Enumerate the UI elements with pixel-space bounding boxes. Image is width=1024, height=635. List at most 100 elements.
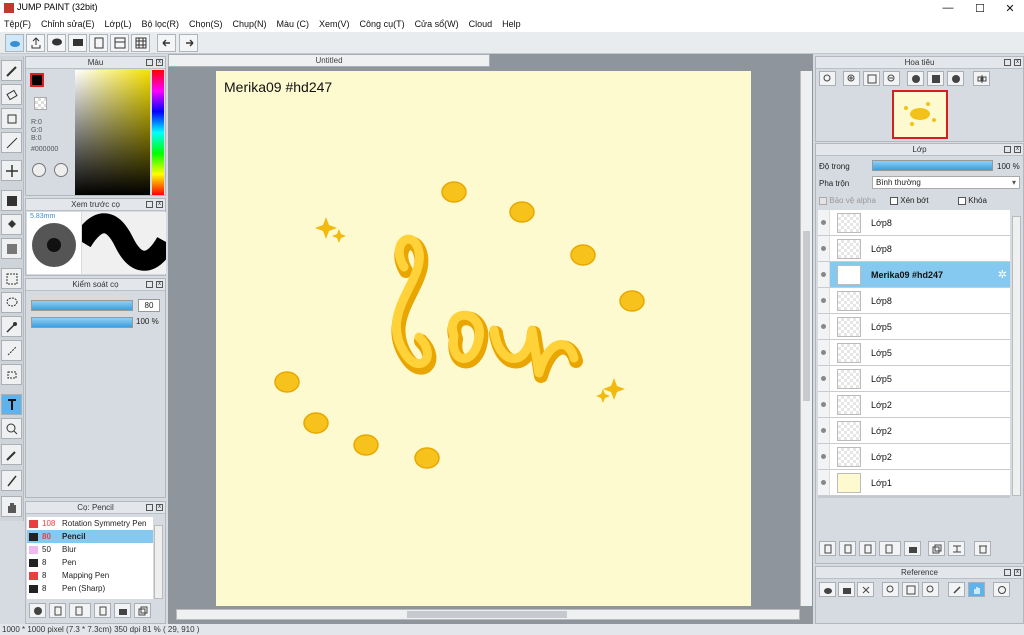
close-icon[interactable]: x bbox=[156, 504, 163, 511]
background-color-swatch[interactable] bbox=[34, 97, 47, 110]
page-icon[interactable] bbox=[89, 34, 108, 52]
duplicate-layer-icon[interactable] bbox=[928, 541, 945, 556]
layer-row-selected[interactable]: Merika09 #hd247 ✲ bbox=[818, 262, 1010, 288]
menu-view[interactable]: Xem(V) bbox=[319, 19, 350, 29]
maximize-button[interactable]: ☐ bbox=[964, 0, 996, 16]
minimize-button[interactable]: — bbox=[932, 0, 964, 16]
layer-row[interactable]: Lớp2 bbox=[818, 418, 1010, 444]
menu-color[interactable]: Màu (C) bbox=[277, 19, 310, 29]
palette-icon[interactable] bbox=[32, 163, 46, 177]
layer-row[interactable]: Lớp5 bbox=[818, 314, 1010, 340]
shape-icon[interactable] bbox=[1, 108, 22, 129]
grid-icon[interactable] bbox=[131, 34, 150, 52]
vertical-scrollbar[interactable] bbox=[800, 71, 812, 606]
hand-icon[interactable] bbox=[1, 496, 22, 517]
brush-list-scrollbar[interactable] bbox=[154, 525, 163, 599]
visibility-toggle[interactable] bbox=[818, 210, 830, 235]
fit-icon[interactable] bbox=[902, 582, 919, 597]
visibility-toggle[interactable] bbox=[818, 470, 830, 495]
close-icon[interactable]: x bbox=[1014, 146, 1021, 153]
visibility-toggle[interactable] bbox=[818, 288, 830, 313]
clipping-checkbox[interactable]: Xén bớt bbox=[890, 196, 929, 205]
close-icon[interactable]: x bbox=[1014, 569, 1021, 576]
document-tab[interactable]: Untitled bbox=[168, 54, 490, 67]
zoom-out-icon[interactable] bbox=[922, 582, 939, 597]
visibility-toggle[interactable] bbox=[818, 314, 830, 339]
layer-folder-icon[interactable] bbox=[904, 541, 921, 556]
brush-menu-icon[interactable] bbox=[69, 603, 91, 618]
close-button[interactable]: ✕ bbox=[994, 0, 1024, 16]
rotate-icon[interactable] bbox=[993, 582, 1010, 597]
select-eraser-icon[interactable] bbox=[1, 364, 22, 385]
layer-menu-icon[interactable] bbox=[879, 541, 901, 556]
expand-icon[interactable] bbox=[146, 59, 153, 66]
redo-icon[interactable] bbox=[179, 34, 198, 52]
rotate-right-icon[interactable] bbox=[947, 71, 964, 86]
menu-edit[interactable]: Chỉnh sửa(E) bbox=[41, 19, 95, 29]
gradient-icon[interactable] bbox=[1, 238, 22, 259]
saturation-value-picker[interactable] bbox=[75, 70, 150, 195]
layer-list-scrollbar[interactable] bbox=[1012, 216, 1021, 496]
menu-capture[interactable]: Chụp(N) bbox=[233, 19, 267, 29]
flip-icon[interactable] bbox=[973, 71, 990, 86]
close-reference-icon[interactable] bbox=[857, 582, 874, 597]
brush-icon[interactable] bbox=[1, 60, 22, 81]
new-layer-icon[interactable] bbox=[819, 541, 836, 556]
visibility-toggle[interactable] bbox=[818, 340, 830, 365]
close-icon[interactable]: x bbox=[156, 201, 163, 208]
move-icon[interactable] bbox=[1, 160, 22, 181]
expand-icon[interactable] bbox=[146, 201, 153, 208]
layer-row[interactable]: Lớp1 bbox=[818, 470, 1010, 496]
cloud-open-icon[interactable] bbox=[819, 582, 836, 597]
fit-window-icon[interactable] bbox=[863, 71, 880, 86]
new-halftone-layer-icon[interactable] bbox=[839, 541, 856, 556]
select-pen-icon[interactable] bbox=[1, 340, 22, 361]
visibility-toggle[interactable] bbox=[818, 366, 830, 391]
pen-select-icon[interactable] bbox=[1, 470, 22, 491]
menu-filter[interactable]: Bộ lọc(R) bbox=[141, 19, 179, 29]
visibility-toggle[interactable] bbox=[818, 444, 830, 469]
expand-icon[interactable] bbox=[1004, 146, 1011, 153]
fill-rect-icon[interactable] bbox=[1, 190, 22, 211]
duplicate-icon[interactable] bbox=[134, 603, 151, 618]
bucket-icon[interactable] bbox=[1, 214, 22, 235]
layer-row[interactable]: Lớp5 bbox=[818, 340, 1010, 366]
menu-window[interactable]: Cửa sổ(W) bbox=[415, 19, 459, 29]
hue-slider[interactable] bbox=[152, 70, 164, 195]
cloud-icon[interactable] bbox=[5, 34, 24, 52]
new-layer-8bit-icon[interactable] bbox=[859, 541, 876, 556]
blend-mode-select[interactable]: Bình thường ▾ bbox=[872, 176, 1020, 189]
add-brush-icon[interactable] bbox=[29, 603, 46, 618]
lasso-icon[interactable] bbox=[1, 292, 22, 313]
list-item[interactable]: 50 Blur bbox=[27, 543, 153, 556]
list-item[interactable]: 8 Mapping Pen bbox=[27, 569, 153, 582]
zoom-in-icon[interactable] bbox=[882, 582, 899, 597]
lock-checkbox[interactable]: Khóa bbox=[958, 196, 987, 205]
horizontal-scrollbar[interactable] bbox=[176, 609, 800, 620]
menu-cloud[interactable]: Cloud bbox=[469, 19, 493, 29]
layer-row[interactable]: Lớp2 bbox=[818, 444, 1010, 470]
menu-select[interactable]: Chọn(S) bbox=[189, 19, 223, 29]
new-brush-icon[interactable] bbox=[49, 603, 66, 618]
eyedropper-icon[interactable] bbox=[1, 444, 22, 465]
text-icon[interactable] bbox=[1, 394, 22, 415]
drawing-canvas[interactable]: Merika09 #hd247 bbox=[216, 71, 751, 606]
hand-icon[interactable] bbox=[968, 582, 985, 597]
eraser-icon[interactable] bbox=[1, 84, 22, 105]
brush-size-input[interactable]: 80 bbox=[138, 299, 160, 312]
export-icon[interactable] bbox=[26, 34, 45, 52]
rotate-reset-icon[interactable] bbox=[927, 71, 944, 86]
speech-bubble-icon[interactable] bbox=[47, 34, 66, 52]
layer-row[interactable]: Lớp8 bbox=[818, 288, 1010, 314]
zoom-fit-icon[interactable] bbox=[819, 71, 836, 86]
copy-brush-icon[interactable] bbox=[94, 603, 111, 618]
list-item[interactable]: 108 Rotation Symmetry Pen bbox=[27, 517, 153, 530]
navigator-thumbnail[interactable] bbox=[892, 90, 948, 139]
folder-icon[interactable] bbox=[114, 603, 131, 618]
list-item[interactable]: 8 Pen bbox=[27, 556, 153, 569]
visibility-toggle[interactable] bbox=[818, 392, 830, 417]
visibility-toggle[interactable] bbox=[818, 418, 830, 443]
undo-icon[interactable] bbox=[157, 34, 176, 52]
layer-opacity-slider[interactable] bbox=[872, 160, 993, 171]
magic-wand-icon[interactable] bbox=[1, 316, 22, 337]
